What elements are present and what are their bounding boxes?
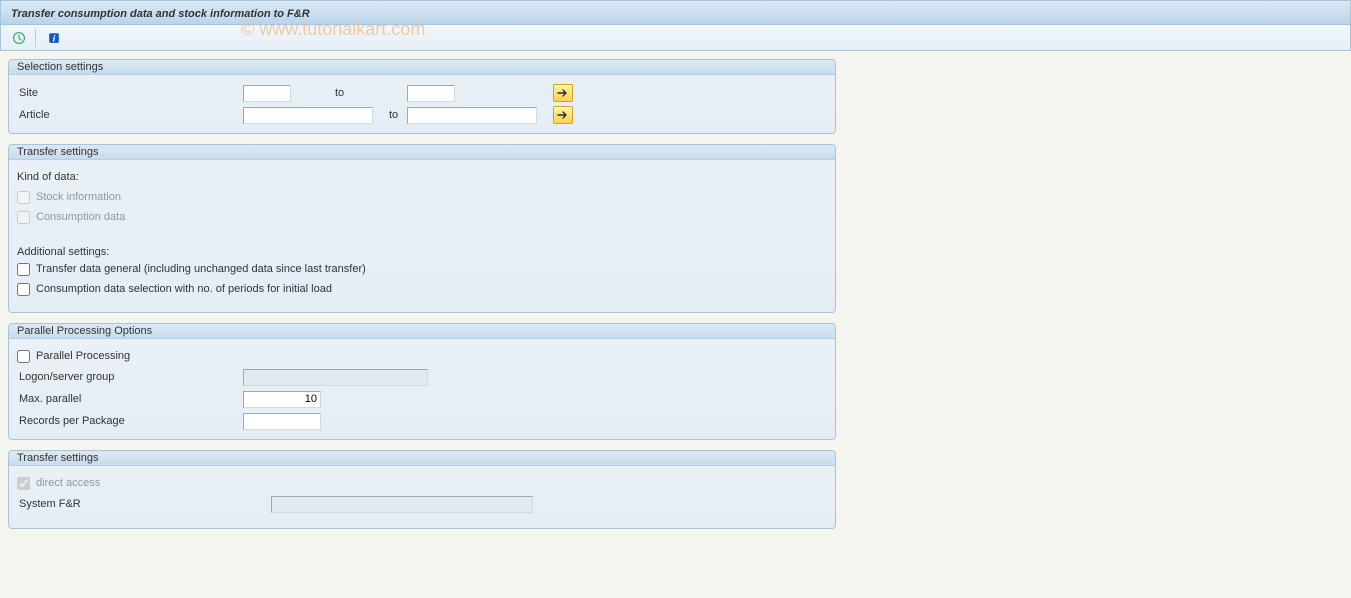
kind-of-data-label: Kind of data: [17, 168, 827, 186]
label-logon-group: Logon/server group [17, 371, 243, 383]
label-article: Article [17, 109, 243, 121]
to-label: to [373, 109, 407, 121]
content-area: Selection settings Site to Article to [0, 51, 1351, 547]
page-title: Transfer consumption data and stock info… [11, 8, 310, 20]
max-parallel-input[interactable] [243, 391, 321, 408]
direct-access-label: direct access [36, 477, 100, 489]
consumption-periods-label: Consumption data selection with no. of p… [36, 283, 332, 295]
logon-group-input [243, 369, 428, 386]
site-from-input[interactable] [243, 85, 291, 102]
group-transfer-settings: Transfer settings Kind of data: Stock in… [8, 144, 836, 313]
row-consumption-periods: Consumption data selection with no. of p… [17, 280, 827, 298]
title-bar: Transfer consumption data and stock info… [0, 0, 1351, 25]
system-fr-input [271, 496, 533, 513]
toolbar-separator [35, 29, 36, 47]
group-header: Transfer settings [9, 145, 835, 160]
additional-settings-label: Additional settings: [17, 246, 827, 258]
article-from-input[interactable] [243, 107, 373, 124]
label-records-per-package: Records per Package [17, 415, 243, 427]
label-system-fr: System F&R [17, 498, 271, 510]
group-parallel-processing: Parallel Processing Options Parallel Pro… [8, 323, 836, 440]
transfer-general-checkbox[interactable] [17, 263, 30, 276]
row-logon-group: Logon/server group [17, 367, 827, 387]
execute-icon[interactable] [9, 28, 29, 48]
direct-access-checkbox [17, 477, 30, 490]
consumption-periods-checkbox[interactable] [17, 283, 30, 296]
stock-information-label: Stock information [36, 191, 121, 203]
group-header: Parallel Processing Options [9, 324, 835, 339]
parallel-processing-checkbox[interactable] [17, 350, 30, 363]
label-max-parallel: Max. parallel [17, 393, 243, 405]
row-stock-information: Stock information [17, 188, 827, 206]
row-parallel-processing: Parallel Processing [17, 347, 827, 365]
group-selection-settings: Selection settings Site to Article to [8, 59, 836, 134]
row-system-fr: System F&R [17, 494, 827, 514]
row-transfer-general: Transfer data general (including unchang… [17, 260, 827, 278]
svg-text:i: i [53, 33, 56, 44]
group-header: Selection settings [9, 60, 835, 75]
parallel-processing-label: Parallel Processing [36, 350, 130, 362]
label-site: Site [17, 87, 243, 99]
info-icon[interactable]: i [44, 28, 64, 48]
records-per-package-input[interactable] [243, 413, 321, 430]
row-records-per-package: Records per Package [17, 411, 827, 431]
consumption-data-checkbox [17, 211, 30, 224]
consumption-data-label: Consumption data [36, 211, 125, 223]
row-consumption-data: Consumption data [17, 208, 827, 226]
row-article: Article to [17, 105, 827, 125]
site-to-input[interactable] [407, 85, 455, 102]
article-to-input[interactable] [407, 107, 537, 124]
toolbar: i © www.tutorialkart.com [0, 25, 1351, 51]
site-range-button[interactable] [553, 84, 573, 102]
stock-information-checkbox [17, 191, 30, 204]
group-header: Transfer settings [9, 451, 835, 466]
to-label: to [291, 87, 407, 99]
row-max-parallel: Max. parallel [17, 389, 827, 409]
transfer-general-label: Transfer data general (including unchang… [36, 263, 366, 275]
row-site: Site to [17, 83, 827, 103]
article-range-button[interactable] [553, 106, 573, 124]
group-transfer-settings-2: Transfer settings direct access System F… [8, 450, 836, 529]
row-direct-access: direct access [17, 474, 827, 492]
